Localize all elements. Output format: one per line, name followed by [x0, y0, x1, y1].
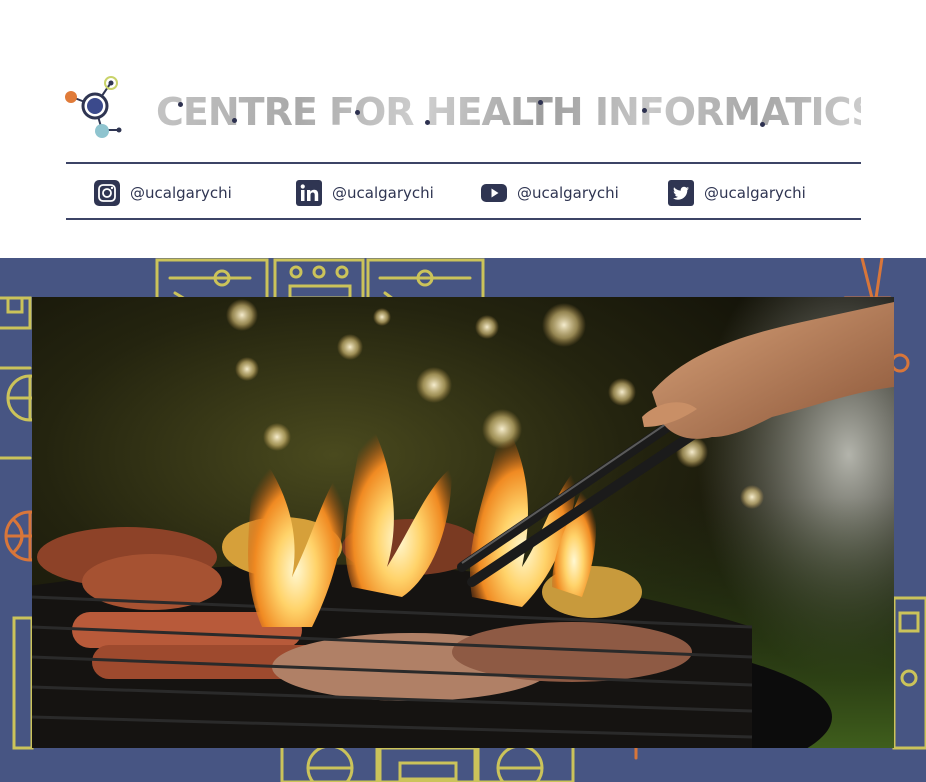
title-decoration-dot [642, 108, 647, 113]
instagram-link[interactable]: @ucalgarychi [94, 178, 232, 208]
title-decoration-dot [760, 122, 765, 127]
title-decoration-dot [538, 100, 543, 105]
youtube-handle: @ucalgarychi [517, 184, 619, 202]
divider [66, 162, 861, 164]
linkedin-icon [296, 180, 322, 206]
title-decoration-dot [178, 102, 183, 107]
instagram-handle: @ucalgarychi [130, 184, 232, 202]
title-decoration-dot [232, 118, 237, 123]
header: CENTRE FOR HEALTH INFORMATICS @ucalgaryc… [0, 0, 926, 258]
twitter-link[interactable]: @ucalgarychi [668, 178, 806, 208]
divider [66, 218, 861, 220]
twitter-icon [668, 180, 694, 206]
twitter-handle: @ucalgarychi [704, 184, 806, 202]
title-decoration-dot [355, 110, 360, 115]
barbecue-grill-flames-photo [32, 297, 894, 748]
instagram-icon [94, 180, 120, 206]
youtube-link[interactable]: @ucalgarychi [481, 178, 619, 208]
linkedin-link[interactable]: @ucalgarychi [296, 178, 434, 208]
title-decoration-dot [425, 120, 430, 125]
page-title: CENTRE FOR HEALTH INFORMATICS [156, 90, 879, 134]
linkedin-handle: @ucalgarychi [332, 184, 434, 202]
network-nodes-logo [62, 72, 124, 142]
youtube-icon [481, 180, 507, 206]
